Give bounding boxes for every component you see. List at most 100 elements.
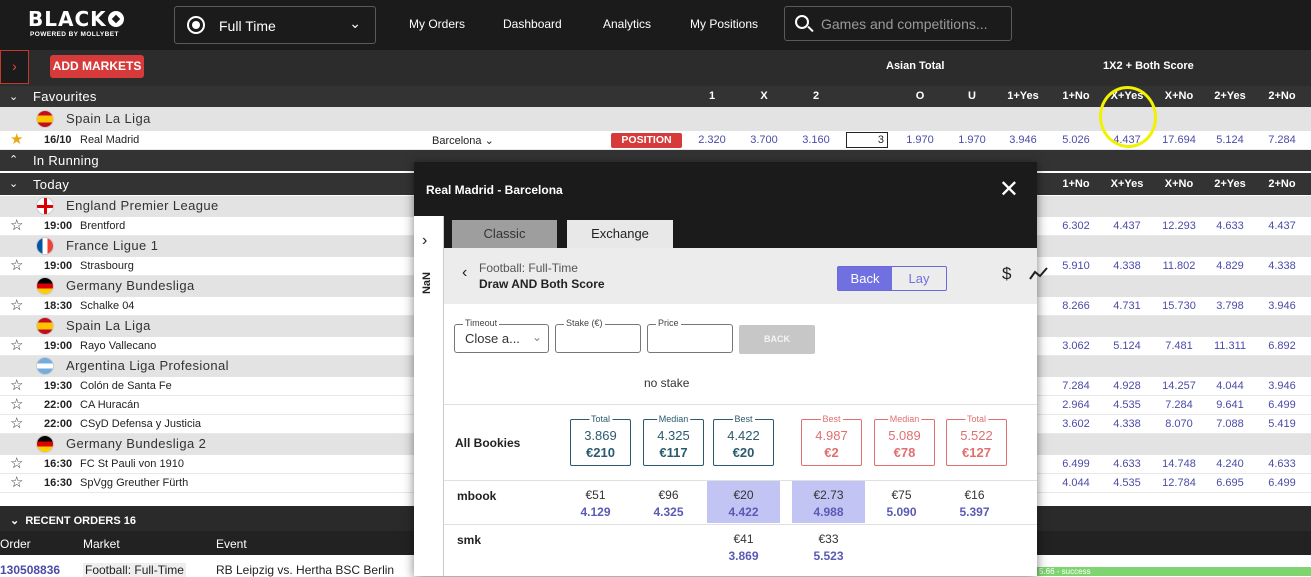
search-input[interactable]: Games and competitions... (784, 6, 1012, 41)
summary-back-median[interactable]: Median 4.325 €117 (643, 414, 704, 466)
lay-toggle[interactable]: Lay (892, 267, 946, 290)
odds-cell[interactable]: 4.338 (1103, 418, 1151, 430)
odds-cell[interactable]: 12.293 (1155, 220, 1203, 232)
brand-logo[interactable]: BLACK (28, 7, 124, 31)
odds-cell[interactable]: 3.946 (999, 134, 1047, 146)
odds-cell[interactable]: 7.088 (1206, 418, 1254, 430)
odds-cell[interactable]: 4.437 (1103, 220, 1151, 232)
star-filled-icon[interactable]: ★ (10, 132, 23, 148)
star-outline-icon[interactable]: ☆ (10, 397, 23, 413)
stake-field[interactable]: Stake (€) (555, 318, 641, 353)
stake-input[interactable]: 3 (846, 132, 888, 148)
order-id[interactable]: 130508836 (0, 563, 60, 577)
back-lay-toggle[interactable]: Back Lay (837, 266, 947, 291)
odds-cell[interactable]: 3.946 (1258, 380, 1306, 392)
star-outline-icon[interactable]: ☆ (10, 378, 23, 394)
bookie-price-cell[interactable]: €2.73 4.988 (792, 481, 865, 523)
odds-cell[interactable]: 11.802 (1155, 260, 1203, 272)
bookie-price-cell[interactable]: €33 5.523 (792, 525, 865, 567)
odds-cell[interactable]: 2.320 (688, 134, 736, 146)
odds-cell[interactable]: 4.338 (1258, 260, 1306, 272)
back-toggle[interactable]: Back (838, 267, 892, 290)
summary-lay-total[interactable]: Total 5.522 €127 (946, 414, 1007, 466)
recent-orders-title[interactable]: ⌄ RECENT ORDERS 16 (10, 514, 136, 527)
odds-cell[interactable]: 4.633 (1206, 220, 1254, 232)
bookie-price-cell[interactable]: €41 3.869 (707, 525, 780, 567)
odds-cell[interactable]: 4.044 (1206, 380, 1254, 392)
odds-cell[interactable]: 3.798 (1206, 300, 1254, 312)
add-markets-button[interactable]: ADD MARKETS (50, 55, 144, 78)
nav-my-orders[interactable]: My Orders (409, 17, 465, 31)
odds-cell[interactable]: 7.284 (1052, 380, 1100, 392)
odds-cell[interactable]: 3.700 (740, 134, 788, 146)
star-outline-icon[interactable]: ☆ (10, 475, 23, 491)
star-outline-icon[interactable]: ☆ (10, 298, 23, 314)
odds-cell[interactable]: 15.730 (1155, 300, 1203, 312)
nav-my-positions[interactable]: My Positions (690, 17, 758, 31)
tab-classic[interactable]: Classic (452, 220, 557, 248)
odds-cell[interactable]: 1.970 (948, 134, 996, 146)
timeout-select[interactable]: Timeout Close a... ⌄ (454, 318, 549, 353)
odds-cell[interactable]: 17.694 (1155, 134, 1203, 146)
odds-cell[interactable]: 14.748 (1155, 458, 1203, 470)
odds-cell[interactable]: 4.633 (1103, 458, 1151, 470)
odds-cell[interactable]: 3.946 (1258, 300, 1306, 312)
odds-cell[interactable]: 5.419 (1258, 418, 1306, 430)
summary-back-total[interactable]: Total 3.869 €210 (570, 414, 631, 466)
odds-cell[interactable]: 8.070 (1155, 418, 1203, 430)
odds-cell[interactable]: 4.240 (1206, 458, 1254, 470)
odds-cell[interactable]: 14.257 (1155, 380, 1203, 392)
odds-cell[interactable]: 5.910 (1052, 260, 1100, 272)
chevron-right-icon[interactable]: › (422, 232, 427, 250)
odds-cell[interactable]: 4.338 (1103, 260, 1151, 272)
tab-exchange[interactable]: Exchange (567, 220, 673, 248)
expand-sidebar-button[interactable]: › (0, 50, 29, 84)
bookie-price-cell[interactable]: €51 4.129 (559, 481, 632, 523)
odds-cell[interactable]: 5.124 (1206, 134, 1254, 146)
odds-cell[interactable]: 5.026 (1052, 134, 1100, 146)
chevron-left-icon[interactable]: ‹ (462, 264, 467, 282)
bookie-price-cell[interactable]: €20 4.422 (707, 481, 780, 523)
close-icon[interactable]: ✕ (999, 175, 1019, 204)
odds-cell[interactable]: 6.499 (1258, 477, 1306, 489)
odds-cell[interactable]: 2.964 (1052, 399, 1100, 411)
price-field[interactable]: Price (647, 318, 733, 353)
odds-cell[interactable]: 6.499 (1052, 458, 1100, 470)
bookie-price-cell[interactable]: €75 5.090 (865, 481, 938, 523)
position-badge[interactable]: POSITION (611, 133, 682, 148)
bookie-price-cell[interactable]: €16 5.397 (938, 481, 1011, 523)
odds-cell[interactable]: 11.311 (1206, 340, 1254, 352)
trend-chart-icon[interactable] (1029, 266, 1049, 282)
odds-cell[interactable]: 4.437 (1258, 220, 1306, 232)
odds-cell[interactable]: 3.062 (1052, 340, 1100, 352)
star-outline-icon[interactable]: ☆ (10, 258, 23, 274)
odds-cell[interactable]: 4.829 (1206, 260, 1254, 272)
away-team-select[interactable]: Barcelona ⌄ (432, 134, 494, 147)
nav-dashboard[interactable]: Dashboard (503, 17, 562, 31)
odds-cell[interactable]: 3.160 (792, 134, 840, 146)
dollar-icon[interactable]: $ (1002, 264, 1011, 284)
odds-cell[interactable]: 12.784 (1155, 477, 1203, 489)
odds-cell[interactable]: 4.044 (1052, 477, 1100, 489)
bookie-price-cell[interactable]: €96 4.325 (632, 481, 705, 523)
odds-cell[interactable]: 4.535 (1103, 399, 1151, 411)
star-outline-icon[interactable]: ☆ (10, 218, 23, 234)
odds-cell[interactable]: 4.633 (1258, 458, 1306, 470)
odds-cell[interactable]: 4.928 (1103, 380, 1151, 392)
summary-lay-best[interactable]: Best 4.987 €2 (801, 414, 862, 466)
odds-cell[interactable]: 4.535 (1103, 477, 1151, 489)
summary-lay-median[interactable]: Median 5.089 €78 (874, 414, 935, 466)
odds-cell[interactable]: 4.731 (1103, 300, 1151, 312)
odds-cell[interactable]: 8.266 (1052, 300, 1100, 312)
odds-cell[interactable]: 7.284 (1258, 134, 1306, 146)
odds-cell[interactable]: 6.892 (1258, 340, 1306, 352)
odds-cell[interactable]: 7.481 (1155, 340, 1203, 352)
odds-cell[interactable]: 6.499 (1258, 399, 1306, 411)
odds-cell[interactable]: 3.602 (1052, 418, 1100, 430)
nav-analytics[interactable]: Analytics (603, 17, 651, 31)
summary-back-best[interactable]: Best 4.422 €20 (713, 414, 774, 466)
sport-select[interactable]: Full Time ⌄ (174, 6, 376, 44)
star-outline-icon[interactable]: ☆ (10, 456, 23, 472)
star-outline-icon[interactable]: ☆ (10, 338, 23, 354)
odds-cell[interactable]: 5.124 (1103, 340, 1151, 352)
